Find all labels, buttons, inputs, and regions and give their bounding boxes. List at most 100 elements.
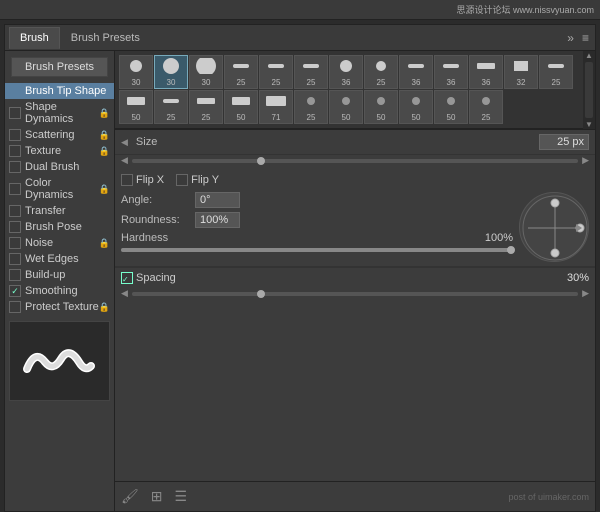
angle-value[interactable]: 0° (195, 192, 240, 208)
brush-cell[interactable]: 25 (189, 90, 223, 124)
brush-cell[interactable]: 25 (469, 90, 503, 124)
checkbox-shape-dynamics[interactable] (9, 107, 21, 119)
brush-cell[interactable]: 50 (329, 90, 363, 124)
brush-size-num: 32 (517, 78, 526, 87)
brush-cell[interactable]: 36 (329, 55, 363, 89)
forward-icon[interactable]: » (565, 29, 576, 47)
hardness-slider-thumb[interactable] (507, 246, 515, 254)
checkbox-noise[interactable] (9, 237, 21, 249)
size-left-arrow[interactable]: ◀ (121, 137, 128, 148)
sidebar-item-brush-pose[interactable]: Brush Pose (5, 219, 114, 235)
brush-size-num: 25 (272, 78, 281, 87)
flip-x-checkbox[interactable] (121, 174, 133, 186)
flip-y-checkbox[interactable] (176, 174, 188, 186)
spacing-right-arrow[interactable]: ▶ (582, 288, 589, 299)
brush-size-num: 25 (167, 113, 176, 122)
hardness-slider-track[interactable] (121, 248, 513, 252)
checkbox-build-up[interactable] (9, 269, 21, 281)
flip-y-label[interactable]: Flip Y (176, 174, 219, 186)
checkbox-transfer[interactable] (9, 205, 21, 217)
roundness-value[interactable]: 100% (195, 212, 240, 228)
grid-view-icon[interactable]: ⊞ (151, 488, 163, 505)
brush-cell[interactable]: 25 (154, 90, 188, 124)
brush-shape (161, 58, 181, 77)
flip-x-label[interactable]: Flip X (121, 174, 164, 186)
scroll-up[interactable]: ▲ (583, 51, 595, 60)
tab-brush-presets[interactable]: Brush Presets (60, 27, 151, 49)
spacing-label: Spacing (136, 272, 176, 284)
sidebar-item-smoothing[interactable]: ✓Smoothing (5, 283, 114, 299)
label-texture: Texture (25, 145, 99, 157)
brush-cell[interactable]: 50 (364, 90, 398, 124)
brush-cell[interactable]: 50 (434, 90, 468, 124)
label-noise: Noise (25, 237, 99, 249)
checkbox-scattering[interactable] (9, 129, 21, 141)
brush-presets-button[interactable]: Brush Presets (11, 57, 108, 77)
sidebar-item-protect-texture[interactable]: Protect Texture🔒 (5, 299, 114, 315)
label-transfer: Transfer (25, 205, 110, 217)
checkbox-protect-texture[interactable] (9, 301, 21, 313)
checkbox-brush-pose[interactable] (9, 221, 21, 233)
size-slider-row: ◀ ▶ (115, 155, 595, 170)
sidebar-item-texture[interactable]: Texture🔒 (5, 143, 114, 159)
spacing-slider-thumb[interactable] (257, 290, 265, 298)
sidebar-item-brush-tip-shape[interactable]: Brush Tip Shape (5, 83, 114, 99)
size-slider-thumb[interactable] (257, 157, 265, 165)
checkbox-wet-edges[interactable] (9, 253, 21, 265)
sidebar-item-wet-edges[interactable]: Wet Edges (5, 251, 114, 267)
grid-scrollbar[interactable]: ▲ ▼ (583, 51, 595, 129)
sidebar-item-color-dynamics[interactable]: Color Dynamics🔒 (5, 175, 114, 203)
size-slider-right[interactable]: ▶ (582, 155, 589, 166)
spacing-left-arrow[interactable]: ◀ (121, 288, 128, 299)
checkbox-dual-brush[interactable] (9, 161, 21, 173)
sidebar-item-shape-dynamics[interactable]: Shape Dynamics🔒 (5, 99, 114, 127)
menu-icon[interactable]: ≡ (580, 29, 591, 47)
scroll-down[interactable]: ▼ (583, 120, 595, 129)
sidebar-item-noise[interactable]: Noise🔒 (5, 235, 114, 251)
brush-cell[interactable]: 36 (399, 55, 433, 89)
brush-cell[interactable]: 30 (154, 55, 188, 89)
brush-cell[interactable]: 25 (294, 90, 328, 124)
label-dual-brush: Dual Brush (25, 161, 110, 173)
angle-dial[interactable] (519, 192, 589, 262)
brush-cell[interactable]: 30 (189, 55, 223, 89)
sidebar-item-transfer[interactable]: Transfer (5, 203, 114, 219)
brush-cell[interactable]: 25 (224, 55, 258, 89)
brush-size-num: 36 (412, 78, 421, 87)
sidebar-item-scattering[interactable]: Scattering🔒 (5, 127, 114, 143)
brush-size-num: 36 (447, 78, 456, 87)
brush-cell[interactable]: 25 (539, 55, 573, 89)
brush-cell[interactable]: 36 (434, 55, 468, 89)
size-row: ◀ Size 25 px (115, 130, 595, 155)
spacing-checkbox-label[interactable]: ✓ Spacing (121, 272, 176, 284)
brush-cell[interactable]: 50 (399, 90, 433, 124)
site-label: 思源设计论坛 www.nissvyuan.com (456, 3, 594, 16)
tab-brush[interactable]: Brush (9, 27, 60, 49)
brush-cell[interactable]: 32 (504, 55, 538, 89)
brush-icon[interactable]: 🖌 (121, 488, 139, 505)
brush-cell[interactable]: 36 (469, 55, 503, 89)
checkbox-color-dynamics[interactable] (9, 183, 21, 195)
brush-cell[interactable]: 50 (119, 90, 153, 124)
roundness-label: Roundness: (121, 214, 191, 226)
brush-cell[interactable]: 25 (294, 55, 328, 89)
brush-cell[interactable]: 25 (364, 55, 398, 89)
size-slider-track[interactable] (132, 159, 578, 163)
brush-cell[interactable]: 25 (259, 55, 293, 89)
brush-cell[interactable]: 50 (224, 90, 258, 124)
brush-shape (371, 58, 391, 77)
spacing-slider-track[interactable] (132, 292, 578, 296)
brush-cell[interactable]: 30 (119, 55, 153, 89)
list-view-icon[interactable]: ☰ (175, 488, 188, 505)
brush-shape (161, 93, 181, 112)
sidebar-item-build-up[interactable]: Build-up (5, 267, 114, 283)
brush-grid-wrapper: 30 30 30 25 25 25 36 25 36 36 (115, 51, 583, 129)
checkbox-texture[interactable] (9, 145, 21, 157)
brush-cell[interactable]: 71 (259, 90, 293, 124)
angle-section: Angle: 0° Roundness: 100% Hardness 100% (115, 188, 595, 267)
lock-noise: 🔒 (99, 238, 110, 249)
spacing-checkbox[interactable]: ✓ (121, 272, 133, 284)
checkbox-smoothing[interactable]: ✓ (9, 285, 21, 297)
size-slider-left[interactable]: ◀ (121, 155, 128, 166)
sidebar-item-dual-brush[interactable]: Dual Brush (5, 159, 114, 175)
